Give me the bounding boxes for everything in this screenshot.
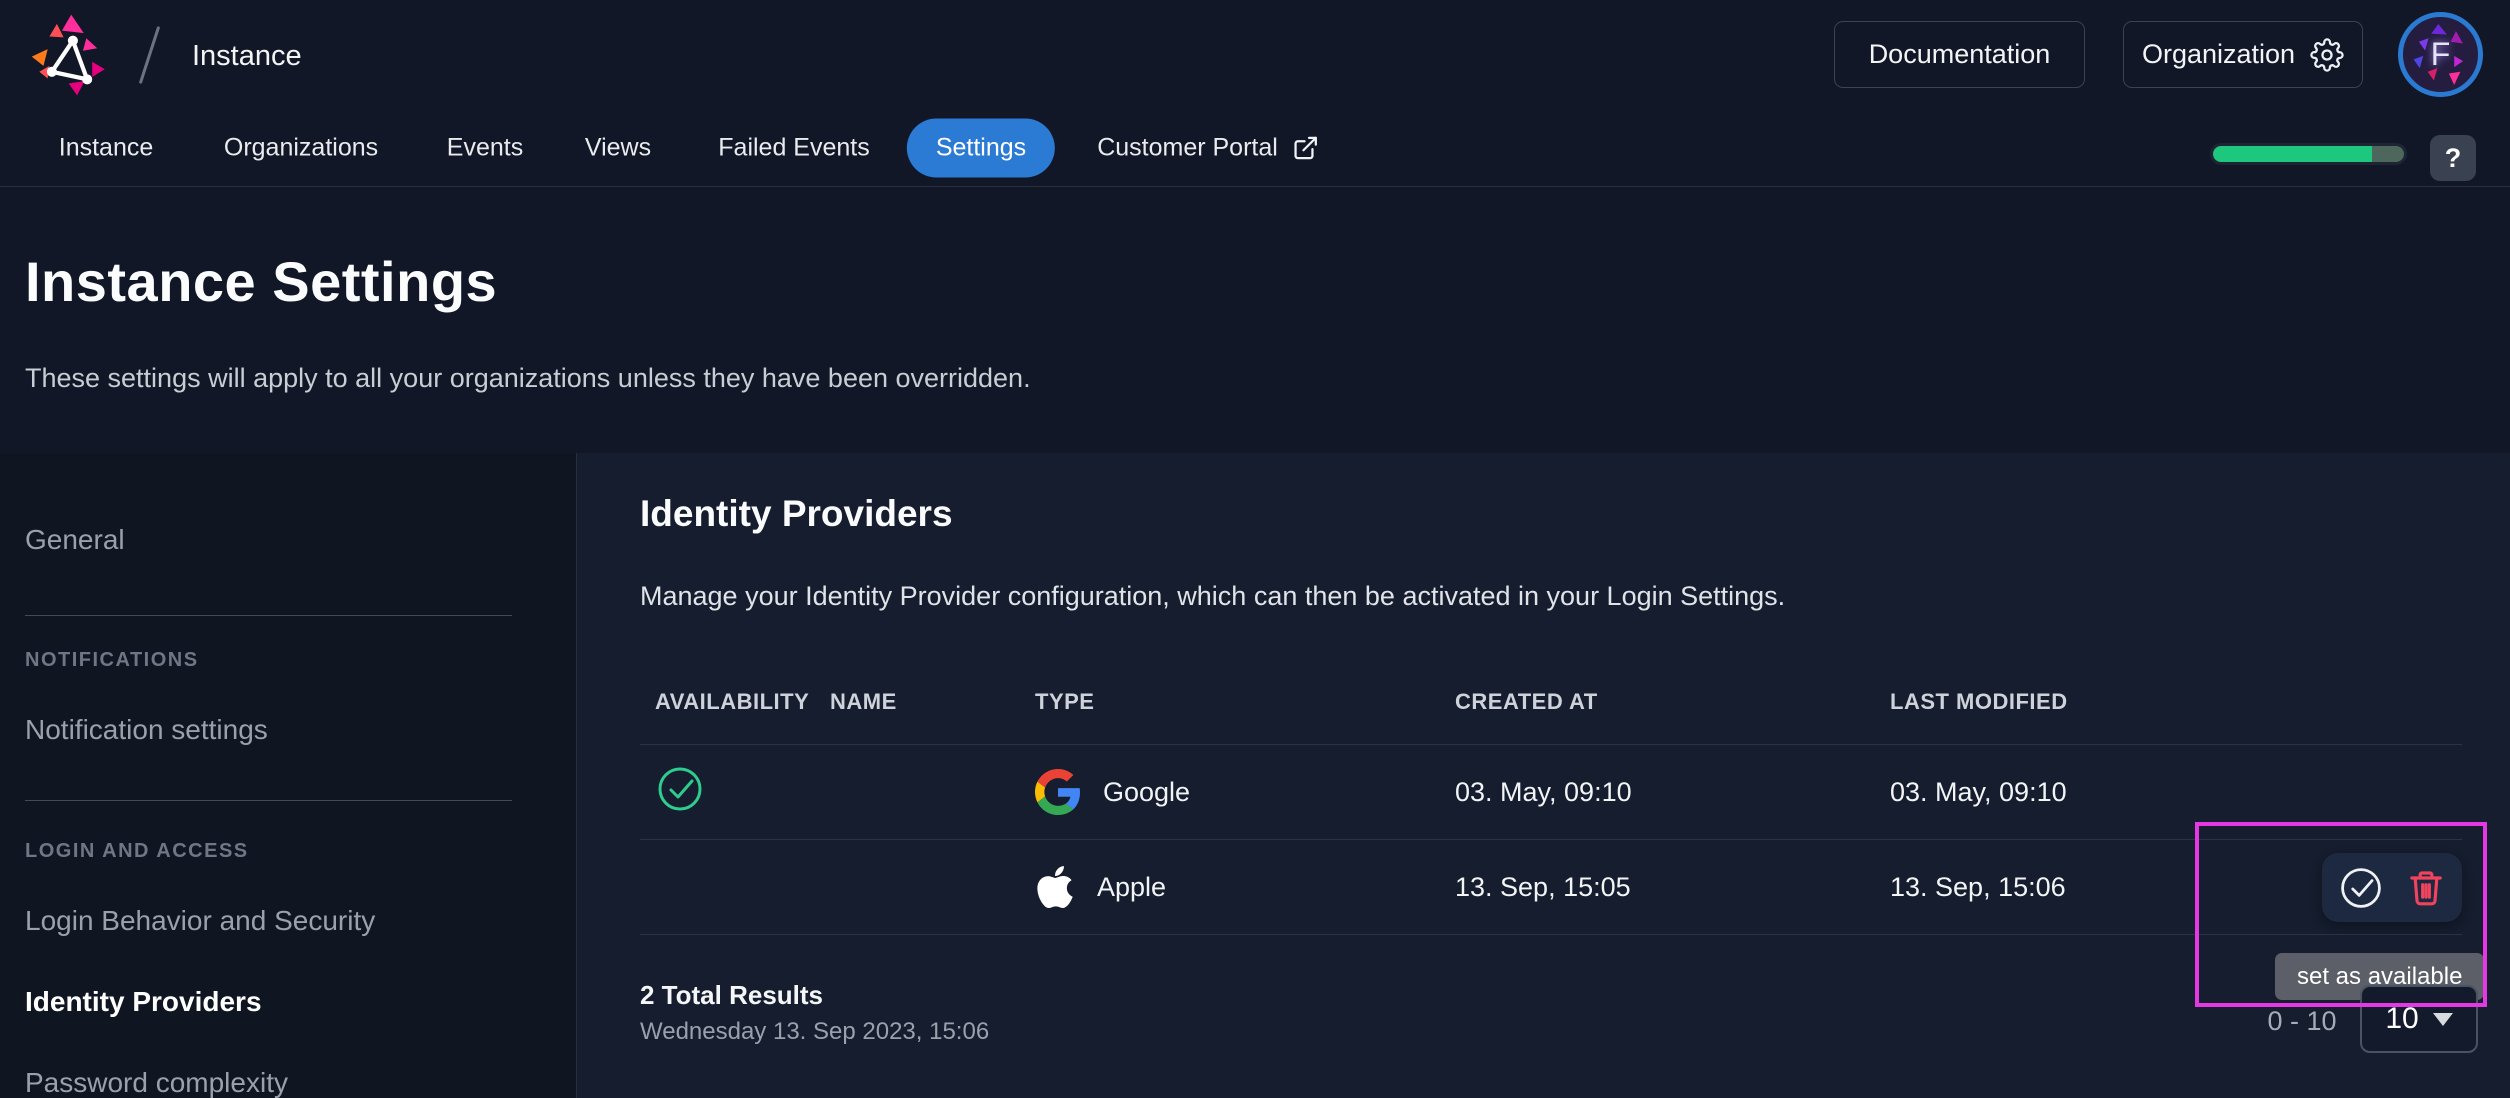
set-availability-button[interactable] bbox=[2338, 865, 2384, 911]
organization-button[interactable]: Organization bbox=[2123, 21, 2363, 88]
results-timestamp: Wednesday 13. Sep 2023, 15:06 bbox=[640, 1018, 990, 1045]
main-nav: Instance Organizations Events Views Fail… bbox=[0, 110, 2510, 187]
help-button[interactable]: ? bbox=[2430, 135, 2476, 181]
tab-settings[interactable]: Settings bbox=[906, 118, 1056, 178]
page-size-value: 10 bbox=[2385, 1002, 2419, 1035]
zitadel-logo-icon[interactable] bbox=[25, 13, 109, 97]
provider-type-label: Google bbox=[1103, 776, 1191, 807]
delete-idp-button[interactable] bbox=[2406, 868, 2446, 908]
chevron-down-icon bbox=[2432, 1012, 2453, 1026]
content-area: General NOTIFICATIONS Notification setti… bbox=[0, 453, 2510, 1098]
table-header-row: AVAILABILITY NAME TYPE CREATED AT LAST M… bbox=[640, 660, 2462, 745]
section-description: Manage your Identity Provider configurat… bbox=[640, 581, 1786, 611]
sidebar-item-login-behavior[interactable]: Login Behavior and Security bbox=[25, 905, 375, 937]
page-size-select[interactable]: 10 bbox=[2360, 985, 2478, 1053]
tab-failed-events[interactable]: Failed Events bbox=[718, 134, 869, 163]
tab-instance[interactable]: Instance bbox=[59, 134, 154, 163]
table-footer: 2 Total Results Wednesday 13. Sep 2023, … bbox=[640, 980, 989, 1046]
tab-events-label: Events bbox=[446, 133, 524, 162]
table-row[interactable]: Apple 13. Sep, 15:05 13. Sep, 15:06 bbox=[640, 840, 2462, 935]
idp-table: AVAILABILITY NAME TYPE CREATED AT LAST M… bbox=[640, 660, 2462, 935]
availability-cell bbox=[640, 764, 830, 821]
organization-button-label: Organization bbox=[2141, 39, 2296, 69]
quota-progress-bar bbox=[2210, 143, 2407, 165]
sidebar-item-identity-providers[interactable]: Identity Providers bbox=[25, 986, 262, 1018]
sidebar-section-notifications: NOTIFICATIONS bbox=[25, 649, 199, 671]
tab-organizations[interactable]: Organizations bbox=[224, 134, 378, 163]
sidebar-item-password-complexity[interactable]: Password complexity bbox=[25, 1067, 288, 1098]
page-title: Instance Settings bbox=[25, 250, 498, 313]
sidebar-divider bbox=[25, 800, 512, 801]
sidebar-section-login-and-access: LOGIN AND ACCESS bbox=[25, 840, 249, 862]
column-header-last-modified: LAST MODIFIED bbox=[1890, 689, 2068, 714]
breadcrumb: Instance bbox=[192, 40, 302, 72]
last-modified-cell: 03. May, 09:10 bbox=[1890, 776, 2067, 807]
type-cell: Google bbox=[1035, 769, 1455, 815]
column-header-availability: AVAILABILITY bbox=[655, 689, 810, 714]
tab-customer-portal[interactable]: Customer Portal bbox=[1097, 134, 1319, 163]
trash-icon bbox=[2410, 870, 2442, 905]
external-link-icon bbox=[1294, 136, 1317, 160]
documentation-button[interactable]: Documentation bbox=[1834, 21, 2085, 88]
top-bar: Instance Documentation Organization F bbox=[0, 0, 2510, 110]
tab-views-label: Views bbox=[584, 133, 652, 162]
created-at-cell: 03. May, 09:10 bbox=[1455, 776, 1632, 807]
table-row[interactable]: Google 03. May, 09:10 03. May, 09:10 bbox=[640, 745, 2462, 840]
sidebar-divider bbox=[25, 615, 512, 616]
avatar-letter: F bbox=[2430, 36, 2451, 72]
documentation-button-label: Documentation bbox=[1868, 39, 2051, 69]
column-header-type: TYPE bbox=[1035, 689, 1095, 714]
pagination-range: 0 - 10 bbox=[2267, 1006, 2337, 1036]
section-title: Identity Providers bbox=[640, 493, 953, 534]
google-logo-icon bbox=[1035, 769, 1081, 815]
tab-views[interactable]: Views bbox=[585, 134, 651, 163]
provider-type-label: Apple bbox=[1097, 871, 1167, 902]
column-header-name: NAME bbox=[830, 689, 897, 714]
page-subtitle: These settings will apply to all your or… bbox=[25, 363, 1031, 393]
gear-icon bbox=[2310, 37, 2344, 72]
tab-settings-label: Settings bbox=[935, 133, 1027, 162]
row-actions bbox=[2322, 853, 2462, 922]
type-cell: Apple bbox=[1035, 863, 1455, 911]
sidebar-item-general[interactable]: General bbox=[25, 524, 125, 556]
page-head: Instance Settings These settings will ap… bbox=[0, 187, 2510, 453]
settings-main-pane: Identity Providers Manage your Identity … bbox=[577, 453, 2510, 1098]
settings-sidebar: General NOTIFICATIONS Notification setti… bbox=[0, 453, 577, 1098]
created-at-cell: 13. Sep, 15:05 bbox=[1455, 871, 1631, 902]
tab-failed-events-label: Failed Events bbox=[718, 133, 870, 162]
column-header-created-at: CREATED AT bbox=[1455, 689, 1598, 714]
total-results: 2 Total Results bbox=[640, 980, 824, 1010]
tab-organizations-label: Organizations bbox=[223, 133, 379, 162]
apple-logo-icon bbox=[1037, 866, 1073, 908]
breadcrumb-slash bbox=[138, 26, 161, 84]
user-avatar[interactable]: F bbox=[2398, 12, 2483, 97]
quota-progress-fill bbox=[2213, 146, 2372, 162]
tab-instance-label: Instance bbox=[58, 133, 154, 162]
sidebar-item-notification-settings[interactable]: Notification settings bbox=[25, 714, 268, 746]
check-circle-icon bbox=[2341, 867, 2381, 908]
tab-customer-portal-label: Customer Portal bbox=[1097, 133, 1278, 162]
check-circle-icon bbox=[658, 767, 702, 810]
tab-events[interactable]: Events bbox=[447, 134, 523, 163]
